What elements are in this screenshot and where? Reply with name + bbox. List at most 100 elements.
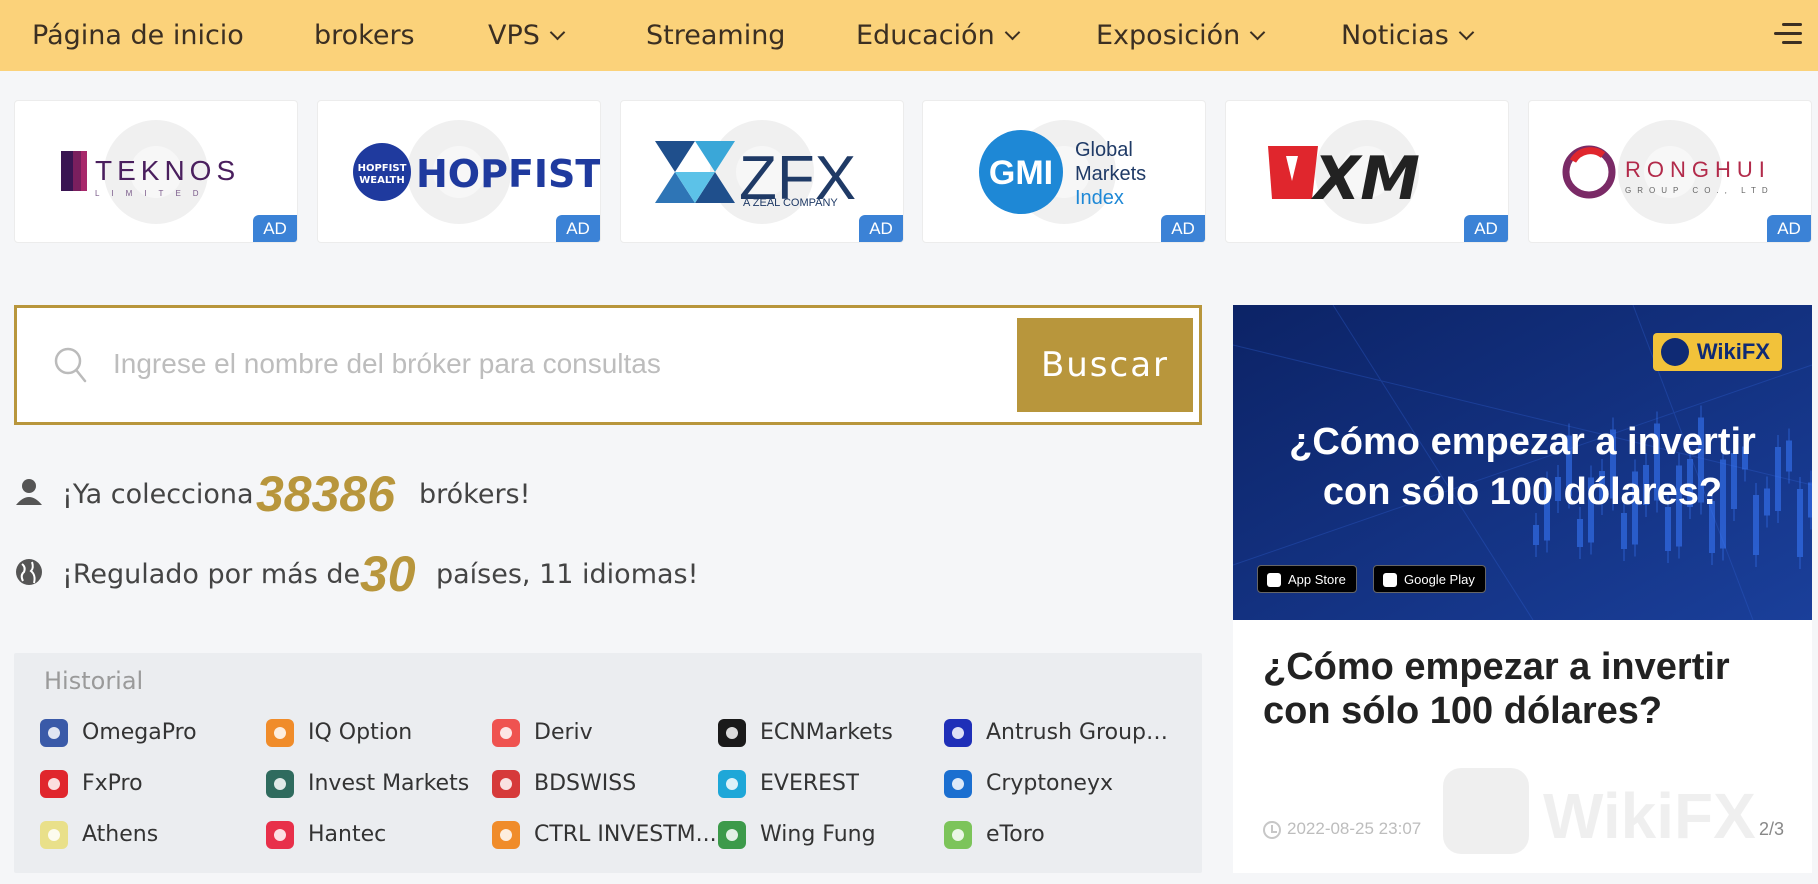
broker-search: Buscar (14, 305, 1202, 425)
history-panel: Historial OmegaPro IQ Option Deriv ECNMarke… (14, 653, 1202, 873)
stat-suffix: países, 11 idiomas! (436, 559, 699, 590)
history-item-label: EVEREST (760, 771, 860, 796)
user-icon (16, 479, 42, 505)
nav-label: VPS (488, 20, 540, 51)
svg-text:Global: Global (1075, 139, 1133, 161)
nav-label: Noticias (1341, 20, 1449, 51)
history-item[interactable]: Hantec (266, 819, 486, 851)
history-item[interactable]: ECNMarkets (718, 717, 938, 749)
history-item[interactable]: Cryptoneyx (944, 768, 1164, 800)
svg-text:GMI: GMI (989, 154, 1053, 192)
nav-label: Página de inicio (32, 20, 244, 51)
stat-prefix: ¡Ya colecciona (62, 479, 254, 510)
ad-badge: AD (859, 215, 903, 242)
wikifx-watermark: WikiFX (1443, 768, 1756, 854)
svg-text:RONGHUI: RONGHUI (1625, 157, 1771, 182)
history-item[interactable]: Athens (40, 819, 260, 851)
history-item[interactable]: EVEREST (718, 768, 938, 800)
news-title[interactable]: ¿Cómo empezar a invertir con sólo 100 dó… (1263, 645, 1783, 733)
nav-item-vps[interactable]: VPS (488, 0, 566, 71)
hamburger-menu-icon[interactable] (1774, 20, 1802, 48)
chevron-down-icon (549, 24, 566, 41)
broker-logo-icon (40, 770, 68, 798)
ad-badge: AD (556, 215, 600, 242)
history-item[interactable]: OmegaPro (40, 717, 260, 749)
nav-item-home[interactable]: Página de inicio (32, 0, 244, 71)
google-play-button[interactable]: Google Play (1373, 565, 1486, 593)
news-banner[interactable]: WikiFX ¿Cómo empezar a invertir con sólo… (1233, 305, 1812, 620)
search-input[interactable] (113, 332, 993, 396)
chevron-down-icon (1004, 24, 1020, 41)
broker-logo-icon (40, 821, 68, 849)
svg-text:A ZEAL COMPANY: A ZEAL COMPANY (743, 197, 838, 209)
ad-badge: AD (1464, 215, 1508, 242)
history-item[interactable]: Antrush Group ... (944, 717, 1172, 749)
history-item-label: Invest Markets (308, 771, 470, 796)
broker-logo-icon (492, 719, 520, 747)
broker-logo-icon (492, 821, 520, 849)
ad-card-zfx[interactable]: ZFX A ZEAL COMPANY AD (620, 100, 904, 243)
news-card[interactable]: WikiFX ¿Cómo empezar a invertir con sólo… (1233, 305, 1812, 873)
broker-logo-icon (944, 719, 972, 747)
nav-label: Educación (856, 20, 995, 51)
broker-logo-icon (266, 770, 294, 798)
broker-logo-icon (266, 821, 294, 849)
broker-logo-icon (40, 719, 68, 747)
ad-badge: AD (1767, 215, 1811, 242)
regulation-stat: ¡Regulado por más de 30 países, 11 idiom… (14, 545, 714, 605)
ad-card-xm[interactable]: XM AD (1225, 100, 1509, 243)
history-item-label: Athens (82, 822, 159, 847)
history-item-label: Wing Fung (760, 822, 876, 847)
nav-label: Streaming (646, 20, 786, 51)
brokers-count: 38386 (256, 466, 396, 522)
nav-label: Exposición (1096, 20, 1241, 51)
clock-icon (1263, 821, 1281, 839)
history-item[interactable]: Invest Markets (266, 768, 486, 800)
history-item[interactable]: eToro (944, 819, 1164, 851)
history-item[interactable]: CTRL INVESTM... (492, 819, 717, 851)
broker-logo-icon (944, 821, 972, 849)
history-item-label: IQ Option (308, 720, 413, 745)
nav-item-education[interactable]: Educación (856, 0, 1020, 71)
chevron-down-icon (1249, 24, 1266, 41)
search-button[interactable]: Buscar (1017, 318, 1193, 412)
stat-prefix: ¡Regulado por más de (62, 559, 361, 590)
ad-card-teknos[interactable]: TEKNOS LIMITED AD (14, 100, 298, 243)
history-item[interactable]: FxPro (40, 768, 260, 800)
brokers-count-stat: ¡Ya colecciona 38386 brókers! (14, 465, 614, 525)
history-item[interactable]: Wing Fung (718, 819, 938, 851)
svg-text:WEALTH: WEALTH (359, 175, 405, 186)
nav-item-streaming[interactable]: Streaming (646, 0, 785, 71)
banner-title: ¿Cómo empezar a invertir con sólo 100 dó… (1233, 417, 1812, 517)
nav-item-news[interactable]: Noticias (1341, 0, 1475, 71)
nav-item-brokers[interactable]: brokers (314, 0, 415, 71)
ad-badge: AD (253, 215, 297, 242)
svg-text:XM: XM (1310, 144, 1420, 214)
broker-logo-icon (944, 770, 972, 798)
wikifx-badge: WikiFX (1652, 333, 1782, 371)
history-item-label: Hantec (308, 822, 387, 847)
history-item[interactable]: IQ Option (266, 717, 486, 749)
history-item-label: Deriv (534, 720, 593, 745)
history-item[interactable]: BDSWISS (492, 768, 712, 800)
history-item-label: eToro (986, 822, 1045, 847)
broker-logo-icon (718, 821, 746, 849)
broker-logo-icon (718, 719, 746, 747)
svg-text:HOPFIST: HOPFIST (416, 152, 600, 196)
app-store-button[interactable]: App Store (1257, 565, 1357, 593)
nav-label: brokers (314, 20, 415, 51)
ad-card-ronghui[interactable]: RONGHUI GROUP CO., LTD AD (1528, 100, 1812, 243)
svg-text:Index: Index (1075, 187, 1124, 209)
broker-logo-icon (492, 770, 520, 798)
ad-card-hopfist[interactable]: HOPFIST WEALTH HOPFIST AD (317, 100, 601, 243)
ad-card-gmi[interactable]: GMI Global Markets Index AD (922, 100, 1206, 243)
history-item-label: CTRL INVESTM... (534, 822, 717, 847)
carousel-pager: 2/3 (1758, 819, 1784, 839)
broker-logo-icon (266, 719, 294, 747)
svg-text:GROUP CO., LTD: GROUP CO., LTD (1625, 186, 1774, 195)
history-item-label: FxPro (82, 771, 143, 796)
history-item-label: BDSWISS (534, 771, 637, 796)
banner-title-line: ¿Cómo empezar a invertir (1289, 421, 1756, 463)
history-item[interactable]: Deriv (492, 717, 712, 749)
nav-item-exposure[interactable]: Exposición (1096, 0, 1266, 71)
